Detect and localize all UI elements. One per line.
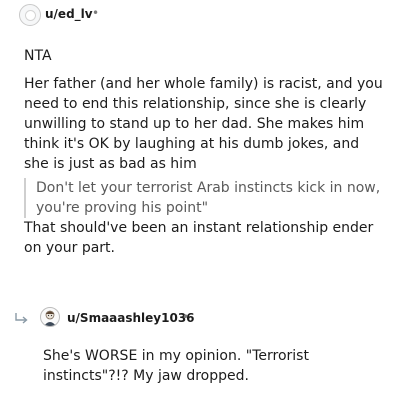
- reply-arrow-icon: [15, 313, 28, 324]
- comment-line-nta: NTA: [24, 48, 52, 64]
- separator-dot: •: [182, 310, 190, 324]
- reply-username[interactable]: u/Smaaashley1036: [67, 311, 195, 325]
- block-quote: Don't let your terrorist Arab instincts …: [24, 178, 384, 218]
- reply-avatar[interactable]: [40, 307, 60, 327]
- comment-paragraph: Her father (and her whole family) is rac…: [24, 76, 383, 172]
- avatar[interactable]: [19, 4, 41, 26]
- reply-body: She's WORSE in my opinion. "Terrorist in…: [43, 348, 309, 384]
- separator-dot: •: [92, 6, 100, 20]
- comment-body: NTA Her father (and her whole family) is…: [24, 46, 384, 258]
- comment-closing: That should've been an instant relations…: [24, 220, 374, 256]
- comment-username[interactable]: u/ed_lv: [45, 7, 93, 21]
- avatar-icon: [44, 310, 56, 326]
